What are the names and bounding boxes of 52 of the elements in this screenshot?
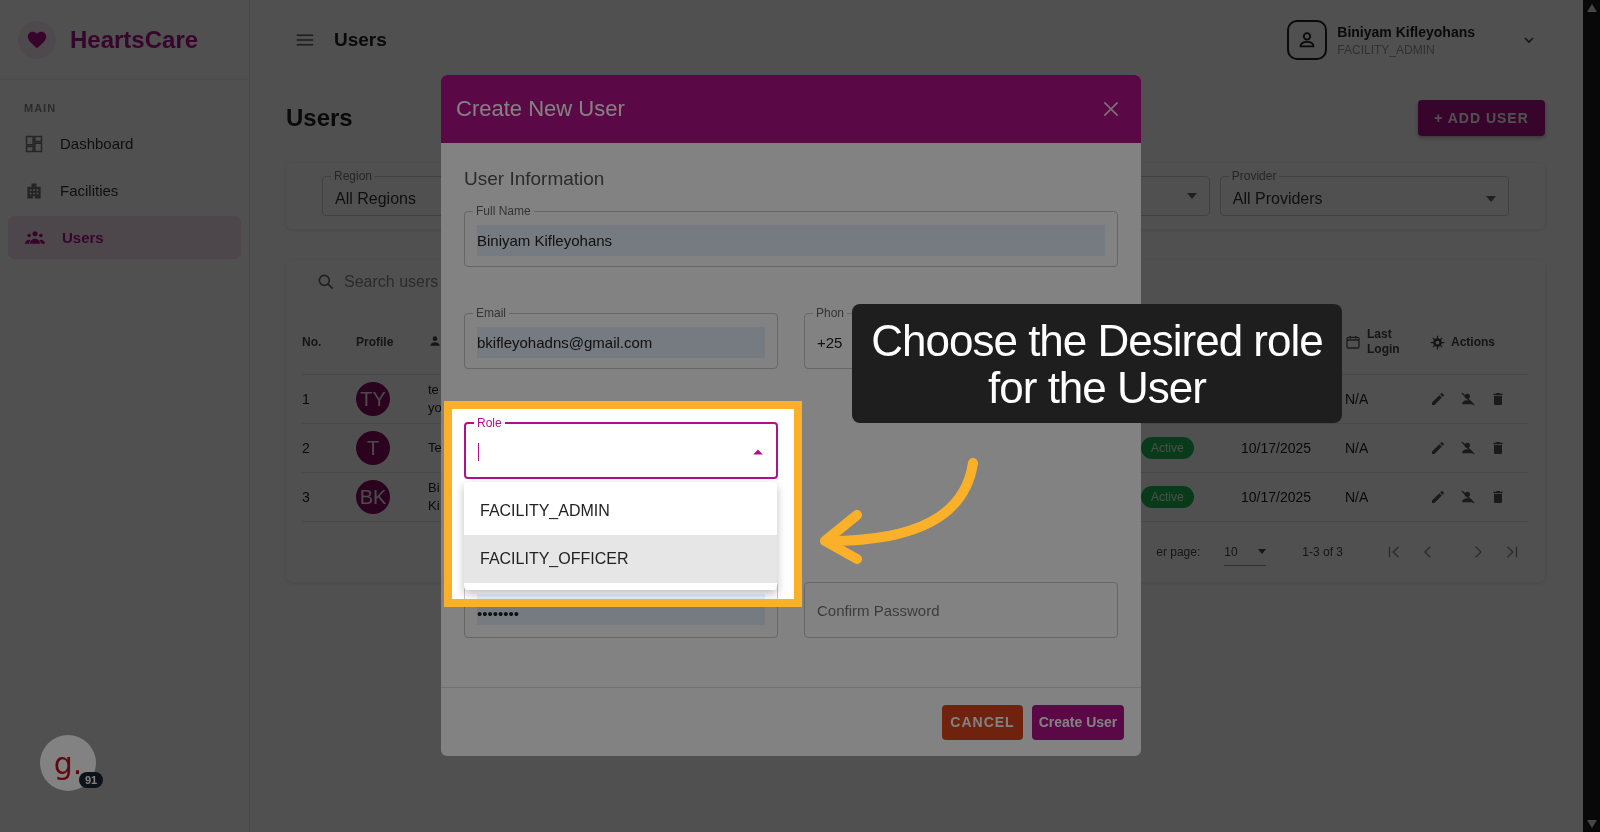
brand-name: HeartsCare (70, 25, 199, 54)
column-header: Profile (356, 335, 395, 349)
cancel-button[interactable]: CANCEL (942, 704, 1023, 740)
table-cell-text: 10/17/2025 (1241, 489, 1313, 505)
sidebar-item[interactable]: Users (8, 216, 241, 259)
create-user-button[interactable]: Create User (1032, 704, 1124, 740)
role-select[interactable]: Role (464, 416, 778, 479)
field-value: •••••••• (477, 605, 519, 622)
menu-option[interactable]: FACILITY_ADMIN (464, 487, 777, 535)
column-header: Actions (1451, 335, 1495, 349)
column-header: No. (302, 335, 323, 349)
field-value: Biniyam Kifleyohans (477, 231, 613, 249)
user-name: Biniyam Kifleyohans (1337, 23, 1475, 40)
text-field[interactable]: Email bkifleyohadns@gmail.com (464, 306, 778, 369)
table-cell-text: 10/17/2025 (1241, 440, 1313, 456)
header-title: Users (334, 29, 387, 51)
table-cell: te yo (428, 381, 442, 417)
table-cell-text: N/A (1345, 489, 1370, 505)
table-cell: Bi Ki (428, 479, 440, 515)
rows-per-page-label: er page: (1156, 545, 1201, 559)
avatar: T (356, 431, 390, 465)
status-badge: Active (1141, 437, 1194, 459)
instruction-tooltip: Choose the Desired role for the User (852, 304, 1342, 423)
field-label: Phon (815, 306, 846, 320)
add-user-button[interactable]: + ADD USER (1418, 100, 1545, 136)
count-badge: 91 (79, 772, 104, 788)
table-cell: Te (428, 439, 442, 457)
table-cell-text: 2 (302, 440, 311, 456)
avatar: TY (356, 382, 390, 416)
page-range: 1-3 of 3 (1302, 545, 1343, 559)
field-label: Role (476, 416, 503, 430)
dialog-title: Create New User (456, 96, 625, 122)
field-label: Email (475, 306, 507, 320)
table-cell-text: 1 (302, 391, 311, 407)
field-value: bkifleyohadns@gmail.com (477, 333, 653, 351)
page-title: Users (286, 104, 353, 132)
table-cell-text: N/A (1345, 440, 1370, 456)
status-badge: Active (1141, 486, 1194, 508)
table-cell-text: 3 (302, 489, 311, 505)
avatar: BK (356, 480, 390, 514)
rows-per-page-select[interactable]: 10 (1224, 538, 1267, 566)
sidebar-item[interactable]: Dashboard (8, 122, 241, 165)
section-title: User Information (464, 168, 606, 191)
sidebar-item[interactable]: Facilities (8, 169, 241, 212)
field-placeholder: Confirm Password (817, 601, 940, 619)
column-header: Last Login (1367, 327, 1401, 357)
menu-option[interactable]: FACILITY_OFFICER (464, 535, 777, 583)
text-field[interactable]: Confirm Password (804, 582, 1118, 638)
field-value: +25 (817, 333, 843, 351)
field-label: Full Name (475, 204, 532, 218)
text-field[interactable]: Full Name Biniyam Kifleyohans (464, 204, 1118, 267)
table-cell-text: N/A (1345, 391, 1370, 407)
